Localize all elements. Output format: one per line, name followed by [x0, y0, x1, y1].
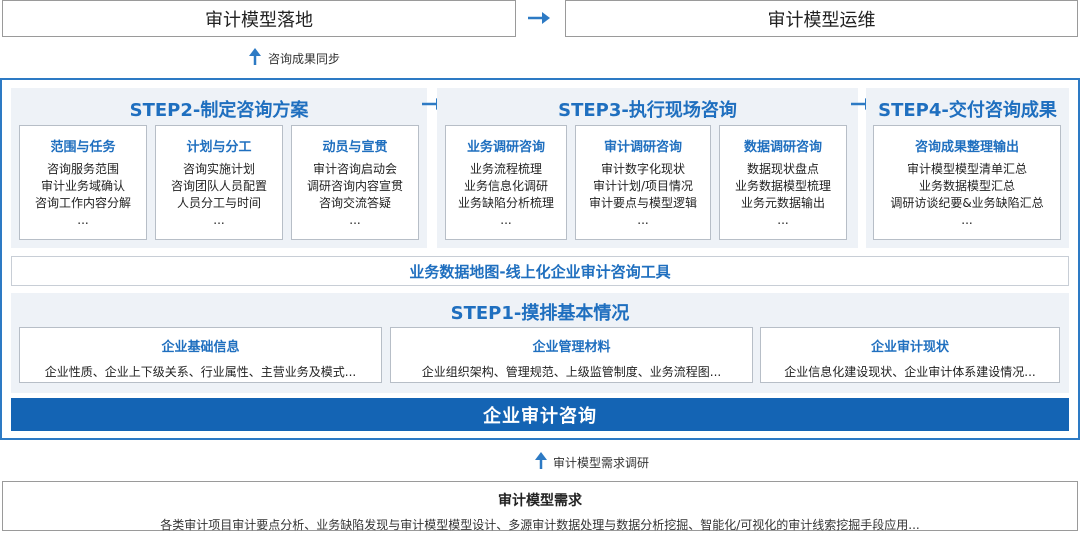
arrow-right-icon — [528, 12, 550, 24]
audit-model-need-box: 审计模型需求 各类审计项目审计要点分析、业务缺陷发现与审计模型模型设计、多源审计… — [2, 481, 1078, 532]
tool-title: 业务数据地图-线上化企业审计咨询工具 — [409, 262, 671, 281]
research-label: 审计模型需求调研 — [553, 456, 650, 470]
card-title: 企业管理材料 — [532, 340, 611, 355]
card-audit-research: 审计调研咨询 审计数字化现状 审计计划/项目情况 审计要点与模型逻辑 ... — [575, 125, 711, 240]
audit-model-ops-title: 审计模型运维 — [767, 9, 876, 31]
card-line: ... — [961, 213, 973, 227]
step2-title: STEP2-制定咨询方案 — [129, 100, 309, 121]
card-line: 审计要点与模型逻辑 — [588, 196, 697, 210]
card-line: 业务数据模型汇总 — [918, 179, 1015, 193]
card-title: 业务调研咨询 — [466, 140, 545, 155]
card-mobilize-promote: 动员与宣贯 审计咨询启动会 调研咨询内容宣贯 咨询交流答疑 ... — [291, 125, 419, 240]
card-line: 咨询服务范围 — [46, 162, 119, 176]
card-business-research: 业务调研咨询 业务流程梳理 业务信息化调研 业务缺陷分析梳理 ... — [445, 125, 567, 240]
card-title: 范围与任务 — [50, 140, 116, 155]
card-plan-division: 计划与分工 咨询实施计划 咨询团队人员配置 人员分工与时间 ... — [155, 125, 283, 240]
need-title: 审计模型需求 — [498, 493, 582, 509]
card-line: 咨询交流答疑 — [318, 196, 391, 210]
audit-model-ops-box: 审计模型运维 — [565, 0, 1078, 37]
arrow-up-icon — [249, 48, 261, 65]
card-line: ... — [777, 213, 789, 227]
card-title: 审计调研咨询 — [603, 140, 682, 155]
base-title: 企业审计咨询 — [483, 405, 597, 427]
card-line: ... — [349, 213, 361, 227]
card-line: 审计模型模型清单汇总 — [906, 162, 1027, 176]
card-title: 动员与宣贯 — [322, 140, 388, 155]
card-line: 咨询工作内容分解 — [34, 196, 131, 210]
card-title: 咨询成果整理输出 — [914, 140, 1019, 155]
card-line: 企业组织架构、管理规范、上级监管制度、业务流程图... — [421, 365, 722, 379]
card-line: 业务信息化调研 — [463, 179, 548, 193]
card-line: ... — [77, 213, 89, 227]
step1-title: STEP1-摸排基本情况 — [450, 303, 630, 324]
card-line: 业务数据模型梳理 — [734, 179, 831, 193]
card-line: 审计咨询启动会 — [312, 162, 397, 176]
card-line: 审计计划/项目情况 — [592, 179, 694, 193]
need-desc: 各类审计项目审计要点分析、业务缺陷发现与审计模型模型设计、多源审计数据处理与数据… — [160, 518, 920, 532]
card-line: 业务流程梳理 — [469, 162, 542, 176]
card-line: 人员分工与时间 — [176, 196, 261, 210]
card-line: 业务元数据输出 — [740, 196, 825, 210]
card-line: 数据现状盘点 — [746, 162, 819, 176]
arrow-up-icon — [535, 452, 547, 469]
step3-title: STEP3-执行现场咨询 — [558, 100, 737, 121]
card-line: 审计数字化现状 — [600, 162, 685, 176]
card-title: 计划与分工 — [186, 140, 252, 155]
card-enterprise-management-materials: 企业管理材料 企业组织架构、管理规范、上级监管制度、业务流程图... — [390, 327, 753, 383]
card-scope-tasks: 范围与任务 咨询服务范围 审计业务域确认 咨询工作内容分解 ... — [19, 125, 147, 240]
step4-title: STEP4-交付咨询成果 — [878, 100, 1057, 121]
card-line: 调研访谈纪要&业务缺陷汇总 — [890, 196, 1044, 210]
sync-label: 咨询成果同步 — [268, 52, 341, 66]
card-deliver-outputs: 咨询成果整理输出 审计模型模型清单汇总 业务数据模型汇总 调研访谈纪要&业务缺陷… — [873, 125, 1061, 240]
card-line: 企业性质、企业上下级关系、行业属性、主营业务及模式... — [44, 365, 357, 379]
tool-bar: 业务数据地图-线上化企业审计咨询工具 — [11, 256, 1069, 286]
card-title: 数据调研咨询 — [743, 140, 822, 155]
card-enterprise-audit-status: 企业审计现状 企业信息化建设现状、企业审计体系建设情况... — [760, 327, 1060, 383]
card-line: 审计业务域确认 — [40, 179, 125, 193]
audit-model-landing-box: 审计模型落地 — [2, 0, 516, 37]
card-line: 企业信息化建设现状、企业审计体系建设情况... — [784, 365, 1036, 379]
card-line: 咨询实施计划 — [182, 162, 255, 176]
enterprise-audit-consulting-bar: 企业审计咨询 — [11, 398, 1069, 431]
card-title: 企业审计现状 — [870, 340, 949, 355]
card-line: ... — [637, 213, 649, 227]
card-data-research: 数据调研咨询 数据现状盘点 业务数据模型梳理 业务元数据输出 ... — [719, 125, 847, 240]
audit-model-landing-title: 审计模型落地 — [205, 9, 313, 31]
card-line: ... — [213, 213, 225, 227]
card-line: ... — [500, 213, 512, 227]
card-line: 业务缺陷分析梳理 — [457, 196, 554, 210]
card-enterprise-basic-info: 企业基础信息 企业性质、企业上下级关系、行业属性、主营业务及模式... — [19, 327, 382, 383]
card-title: 企业基础信息 — [161, 340, 240, 355]
card-line: 咨询团队人员配置 — [170, 179, 267, 193]
card-line: 调研咨询内容宣贯 — [306, 179, 403, 193]
